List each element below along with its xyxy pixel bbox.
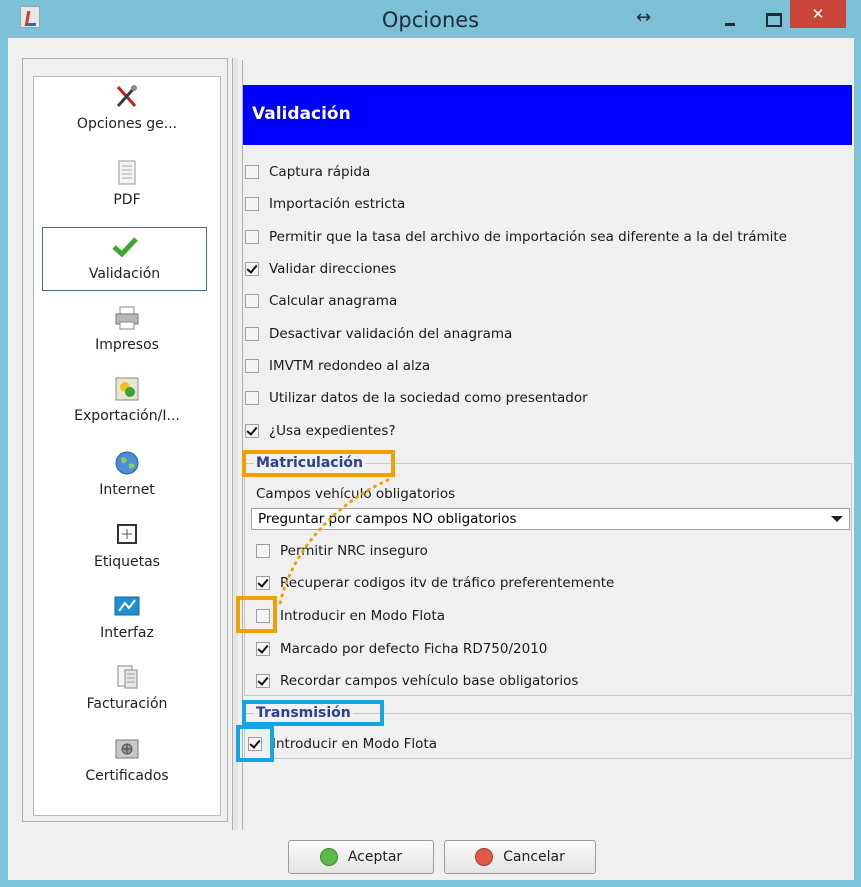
checkbox[interactable] — [245, 197, 259, 211]
sidebar-item-label: Exportación/I... — [74, 408, 180, 424]
printer-icon — [115, 306, 139, 330]
sidebar-item-label: Certificados — [85, 768, 169, 784]
checkmark-icon — [111, 237, 138, 258]
option-modo-flota-transmision[interactable]: Introducir en Modo Flota — [248, 732, 437, 756]
option-validar-direcciones[interactable]: Validar direcciones — [245, 257, 396, 281]
sidebar-item-label: Validación — [88, 266, 161, 282]
option-captura-rapida[interactable]: Captura rápida — [245, 160, 370, 184]
option-calcular-anagrama[interactable]: Calcular anagrama — [245, 289, 397, 313]
option-label: ¿Usa expedientes? — [269, 423, 396, 439]
checkbox[interactable] — [245, 391, 259, 405]
chevron-down-icon[interactable] — [831, 516, 843, 522]
option-label: Marcado por defecto Ficha RD750/2010 — [280, 641, 548, 657]
option-label: Validar direcciones — [269, 261, 397, 277]
tools-icon — [116, 85, 137, 108]
sidebar-item-impresos[interactable]: Impresos — [34, 305, 220, 353]
option-label: IMVTM redondeo al alza — [269, 358, 431, 374]
transmision-highlight — [242, 700, 384, 726]
sidebar-item-label: Etiquetas — [94, 554, 160, 570]
close-button[interactable]: ✕ — [790, 0, 846, 28]
checkbox[interactable] — [256, 576, 270, 590]
option-label: Captura rápida — [269, 164, 371, 180]
option-label: Utilizar datos de la sociedad como prese… — [269, 390, 588, 406]
option-marcado-ficha-rd750[interactable]: Marcado por defecto Ficha RD750/2010 — [256, 637, 547, 661]
checkbox[interactable] — [245, 262, 259, 276]
annotation-arrow — [278, 478, 390, 606]
section-title: Validación — [252, 104, 351, 124]
certificate-icon — [115, 739, 139, 759]
option-label: Introducir en Modo Flota — [272, 736, 438, 752]
option-label: Importación estricta — [269, 196, 406, 212]
sidebar-item-facturacion[interactable]: Facturación — [34, 664, 220, 712]
sidebar-item-exportacion[interactable]: Exportación/I... — [34, 376, 220, 424]
interface-icon — [114, 596, 140, 616]
sidebar-item-label: PDF — [113, 192, 141, 208]
invoice-icon — [117, 665, 138, 689]
sidebar-item-etiquetas[interactable]: Etiquetas — [34, 522, 220, 570]
maximize-button[interactable] — [760, 9, 786, 31]
sidebar-item-label: Interfaz — [100, 625, 154, 641]
sidebar-item-internet[interactable]: Internet — [34, 450, 220, 498]
checkbox[interactable] — [245, 165, 259, 179]
cancel-button[interactable]: Cancelar — [444, 840, 596, 874]
option-desactivar-validacion-anagrama[interactable]: Desactivar validación del anagrama — [245, 322, 512, 346]
options-window: Opciones ↔ ✕ Opciones ge... PDF Validaci… — [0, 0, 861, 887]
option-usa-expedientes[interactable]: ¿Usa expedientes? — [245, 419, 396, 443]
sidebar-item-label: Impresos — [95, 337, 159, 353]
option-label: Permitir que la tasa del archivo de impo… — [269, 229, 787, 245]
sidebar-item-label: Opciones ge... — [76, 116, 178, 132]
sidebar-item-validacion[interactable]: Validación — [42, 227, 207, 291]
ok-icon — [319, 848, 338, 866]
option-importacion-estricta[interactable]: Importación estricta — [245, 192, 405, 216]
export-icon — [115, 377, 139, 401]
sidebar-item-interfaz[interactable]: Interfaz — [34, 593, 220, 641]
minimize-button[interactable] — [718, 10, 744, 30]
checkbox[interactable] — [245, 294, 259, 308]
splitter[interactable] — [232, 58, 238, 830]
checkbox[interactable] — [245, 230, 259, 244]
globe-icon — [115, 451, 139, 475]
resize-arrows-icon: ↔ — [636, 7, 652, 28]
sidebar-item-pdf[interactable]: PDF — [34, 160, 220, 208]
option-label: Desactivar validación del anagrama — [269, 326, 513, 342]
checkbox[interactable] — [256, 674, 270, 688]
accept-label: Aceptar — [347, 849, 403, 865]
option-label: Recordar campos vehículo base obligatori… — [280, 673, 579, 689]
checkbox[interactable] — [245, 424, 259, 438]
document-icon — [118, 160, 136, 185]
accept-button[interactable]: Aceptar — [288, 840, 434, 874]
option-label: Calcular anagrama — [269, 293, 398, 309]
sidebar-item-label: Internet — [99, 482, 155, 498]
sidebar-item-label: Facturación — [86, 696, 168, 712]
option-permitir-tasa-diferente[interactable]: Permitir que la tasa del archivo de impo… — [245, 225, 787, 249]
transmision-checkbox-highlight — [236, 725, 274, 762]
sidebar-item-certificados[interactable]: Certificados — [34, 736, 220, 784]
cancel-icon — [475, 848, 494, 866]
checkbox[interactable] — [256, 544, 270, 558]
matriculacion-highlight — [242, 450, 395, 477]
checkbox[interactable] — [245, 359, 259, 373]
cancel-label: Cancelar — [503, 849, 565, 865]
sidebar-item-opciones-generales[interactable]: Opciones ge... — [34, 84, 220, 132]
checkbox[interactable] — [256, 642, 270, 656]
label-icon — [117, 524, 137, 544]
option-datos-sociedad-presentador[interactable]: Utilizar datos de la sociedad como prese… — [245, 386, 588, 410]
option-recordar-campos-vehiculo[interactable]: Recordar campos vehículo base obligatori… — [256, 669, 578, 693]
option-imvtm-redondeo[interactable]: IMVTM redondeo al alza — [245, 354, 430, 378]
checkbox[interactable] — [245, 327, 259, 341]
